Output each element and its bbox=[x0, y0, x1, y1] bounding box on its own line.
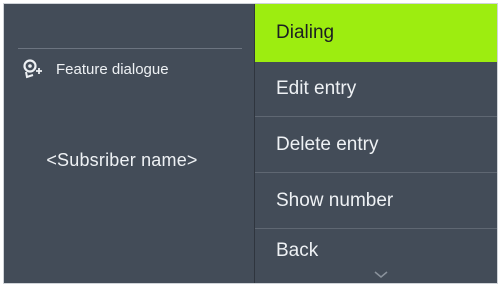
chevron-down-icon[interactable] bbox=[374, 271, 388, 279]
feature-dialogue-header: Feature dialogue bbox=[22, 59, 169, 79]
menu-item-edit-entry[interactable]: Edit entry bbox=[255, 62, 497, 116]
menu-item-delete-entry[interactable]: Delete entry bbox=[255, 117, 497, 172]
subscriber-name: <Subsriber name> bbox=[46, 150, 198, 170]
feature-dialogue-label: Feature dialogue bbox=[56, 60, 169, 78]
options-menu: Dialing Edit entry Delete entry Show num… bbox=[255, 4, 497, 283]
divider-line bbox=[18, 48, 242, 49]
phone-settings-icon bbox=[23, 59, 42, 79]
menu-item-dialing[interactable]: Dialing bbox=[255, 4, 497, 62]
menu-item-show-number[interactable]: Show number bbox=[255, 173, 497, 228]
info-panel: Feature dialogue <Subsriber name> bbox=[4, 4, 254, 283]
menu-item-back[interactable]: Back bbox=[255, 229, 497, 273]
device-screen: Feature dialogue <Subsriber name> Dialin… bbox=[3, 3, 498, 284]
